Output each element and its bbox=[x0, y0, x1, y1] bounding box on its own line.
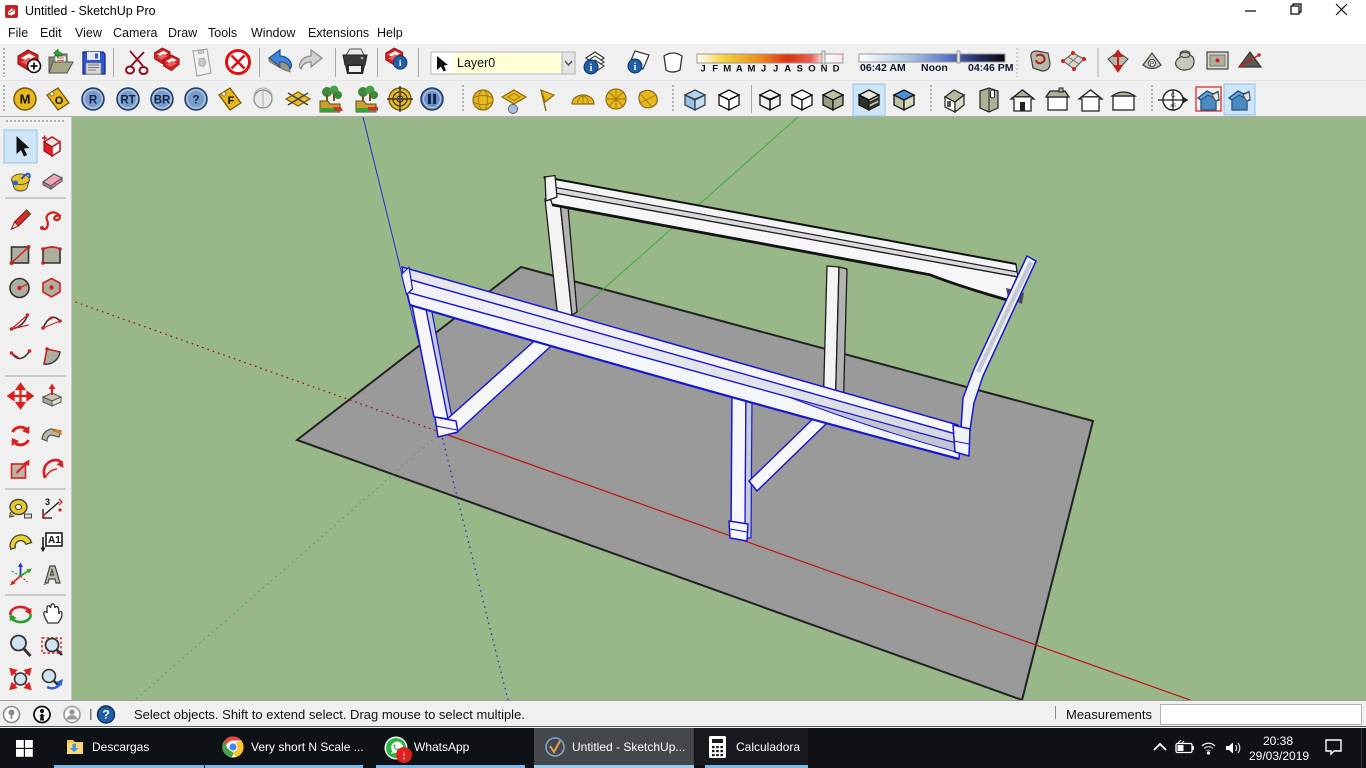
svg-text:06:42 AM: 06:42 AM bbox=[860, 62, 906, 74]
svg-text:A: A bbox=[736, 64, 743, 75]
svg-text:J: J bbox=[700, 64, 705, 75]
svg-text:a6: a6 bbox=[1170, 103, 1176, 109]
svg-text:i: i bbox=[590, 63, 593, 74]
svg-text:J: J bbox=[773, 64, 778, 75]
svg-text:J: J bbox=[761, 64, 766, 75]
svg-text:P: P bbox=[1150, 61, 1155, 68]
svg-text:3: 3 bbox=[45, 497, 50, 507]
svg-text:O: O bbox=[808, 64, 815, 75]
svg-text:O: O bbox=[55, 95, 64, 107]
svg-text:N: N bbox=[821, 64, 828, 75]
svg-text:A1: A1 bbox=[48, 535, 61, 546]
svg-text:Noon: Noon bbox=[921, 62, 948, 74]
svg-text:04:46 PM: 04:46 PM bbox=[968, 62, 1014, 74]
svg-text:A: A bbox=[784, 64, 791, 75]
svg-text:R: R bbox=[89, 95, 98, 107]
svg-text:i: i bbox=[399, 59, 402, 69]
svg-text:RT: RT bbox=[120, 95, 135, 107]
svg-text:M: M bbox=[723, 64, 731, 75]
svg-text:?: ? bbox=[192, 95, 199, 107]
svg-text:F: F bbox=[228, 95, 235, 107]
svg-text:Layer0: Layer0 bbox=[457, 56, 495, 70]
svg-text:i: i bbox=[634, 62, 637, 73]
svg-text:S: S bbox=[797, 64, 803, 75]
svg-text:M: M bbox=[20, 92, 31, 107]
svg-text:D: D bbox=[833, 64, 840, 75]
svg-text:?: ? bbox=[102, 708, 109, 722]
svg-text:C: C bbox=[1171, 93, 1176, 99]
svg-text:F: F bbox=[712, 64, 718, 75]
svg-text:BR: BR bbox=[154, 95, 171, 107]
svg-text:M: M bbox=[747, 64, 755, 75]
